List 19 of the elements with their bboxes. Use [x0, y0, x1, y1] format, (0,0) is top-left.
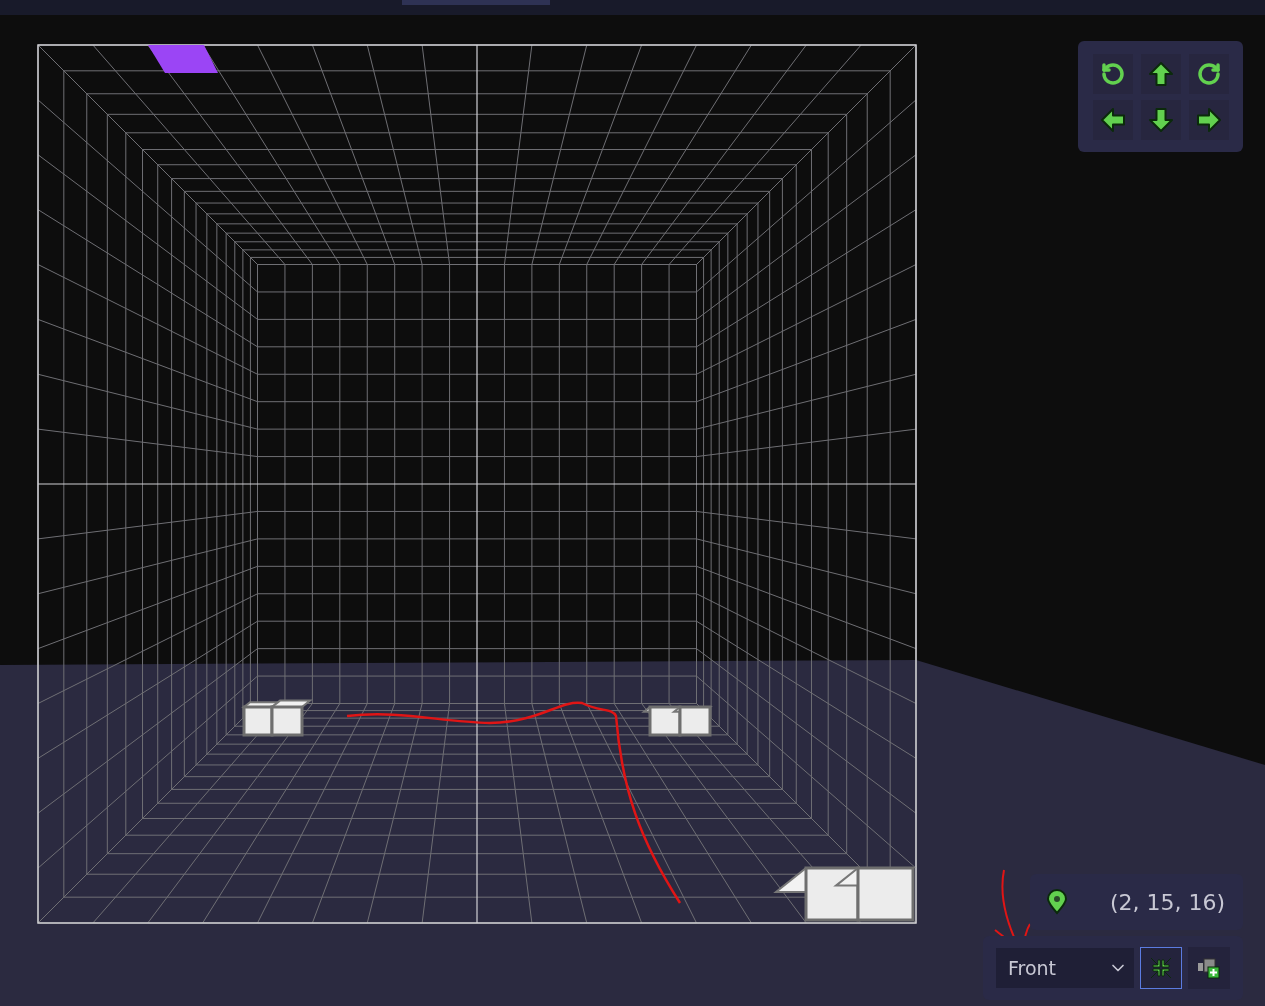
- collapse-arrows-icon: [1149, 956, 1173, 980]
- location-pin-icon: [1046, 889, 1068, 915]
- add-camera-icon: [1197, 956, 1221, 980]
- rotate-left-button[interactable]: [1092, 53, 1133, 94]
- move-up-button[interactable]: [1140, 53, 1181, 94]
- fit-button[interactable]: [1140, 947, 1182, 989]
- move-down-button[interactable]: [1140, 99, 1181, 140]
- move-left-button[interactable]: [1092, 99, 1133, 140]
- right-arrow-icon: [1195, 106, 1222, 133]
- move-right-button[interactable]: [1188, 99, 1229, 140]
- add-camera-button[interactable]: [1188, 947, 1230, 989]
- down-arrow-icon: [1147, 106, 1174, 133]
- position-coordinates: (2, 15, 16): [1109, 889, 1225, 915]
- view-dropdown[interactable]: Front: [996, 948, 1134, 988]
- rotate-left-icon: [1100, 61, 1125, 86]
- up-arrow-icon: [1147, 60, 1174, 87]
- rotate-right-button[interactable]: [1188, 53, 1229, 94]
- left-arrow-icon: [1099, 106, 1126, 133]
- rotate-right-icon: [1196, 61, 1221, 86]
